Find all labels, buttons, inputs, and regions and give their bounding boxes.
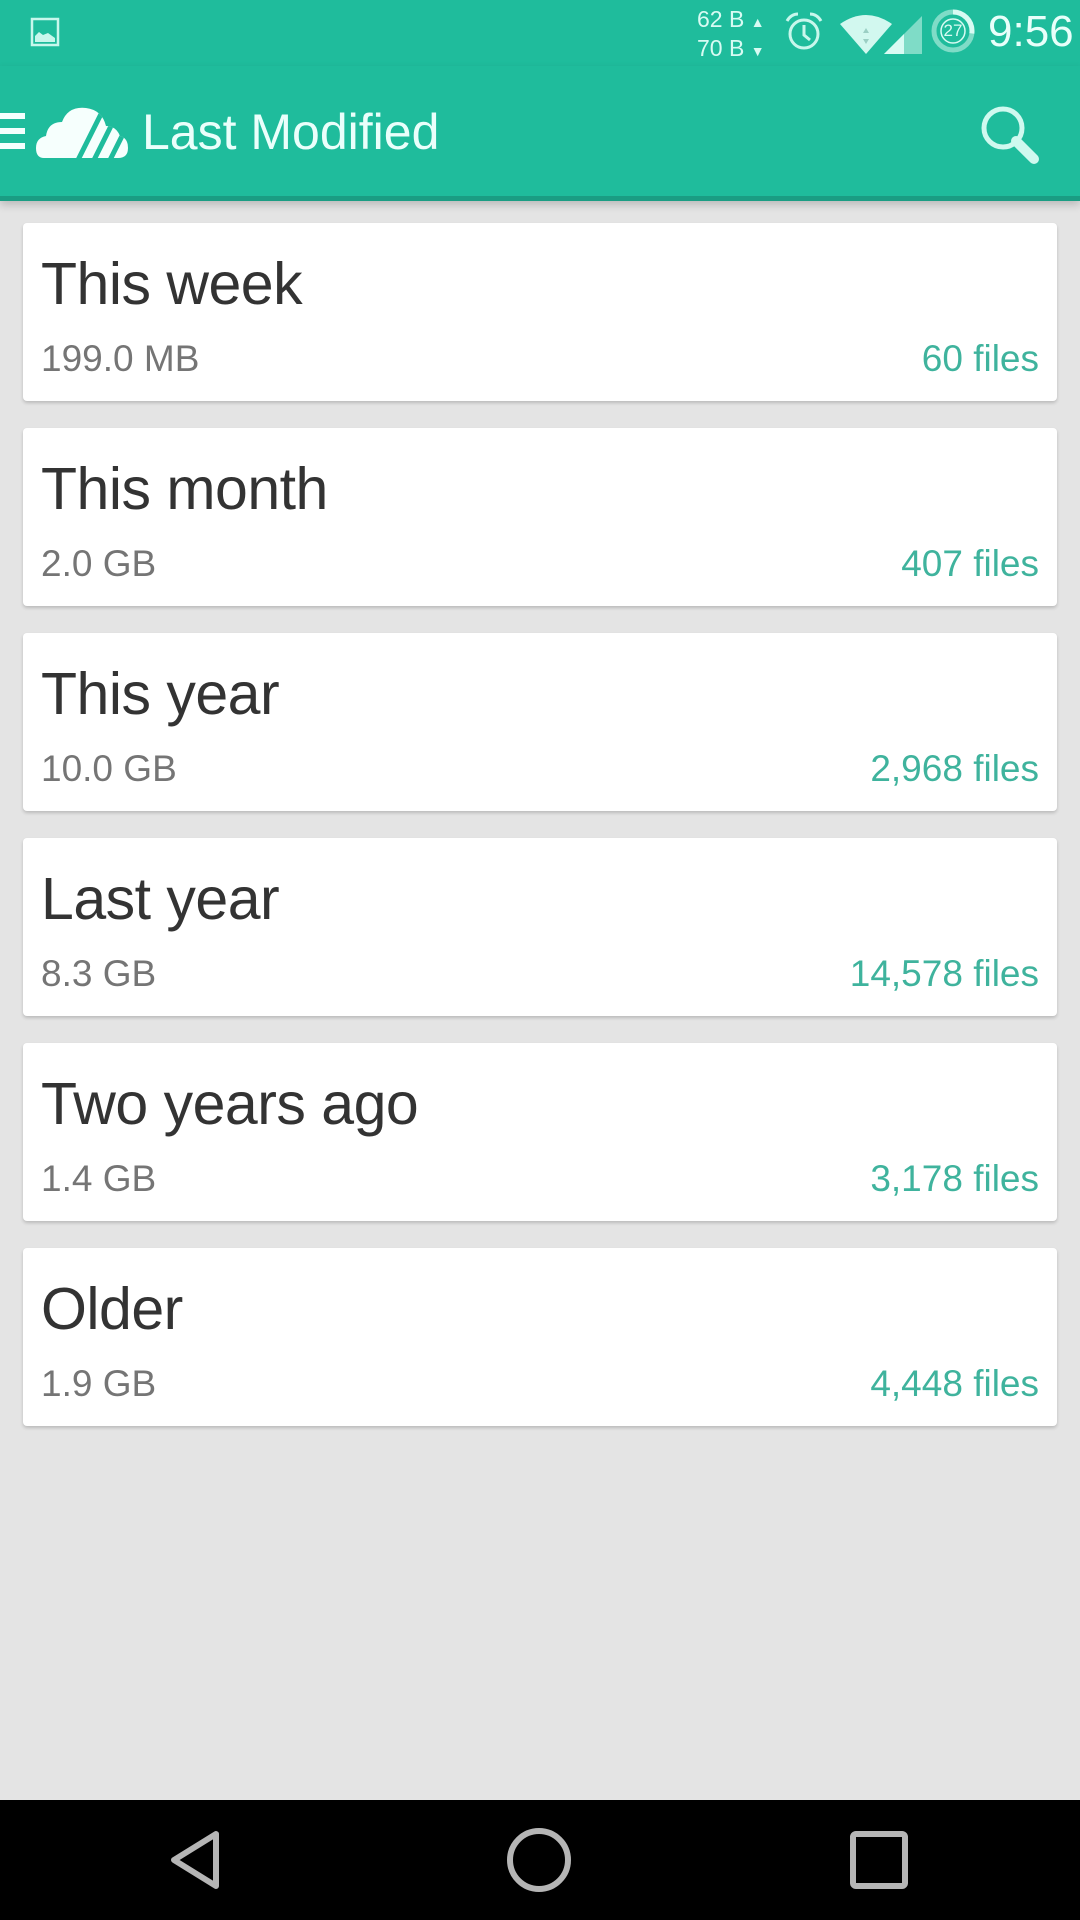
gallery-icon <box>30 17 60 47</box>
hamburger-menu-line <box>0 143 25 149</box>
group-size: 2.0 GB <box>41 543 157 584</box>
system-nav-bar <box>0 1800 1080 1920</box>
group-size: 1.4 GB <box>41 1158 157 1199</box>
group-title: This year <box>41 661 280 727</box>
group-title: Last year <box>41 866 280 932</box>
download-rate: 70 B <box>697 35 745 61</box>
back-icon <box>171 1831 219 1889</box>
download-arrow-icon: ▼ <box>750 43 765 59</box>
group-size: 199.0 MB <box>41 338 200 379</box>
group-title: This month <box>41 456 328 522</box>
menu-button[interactable] <box>0 113 26 153</box>
group-file-count: 60 files <box>921 338 1039 379</box>
group-title: This week <box>41 251 303 317</box>
upload-arrow-icon: ▲ <box>750 14 765 30</box>
group-file-count: 3,178 files <box>870 1158 1039 1199</box>
group-card-this-month[interactable]: This month 2.0 GB 407 files <box>23 428 1057 606</box>
group-size: 8.3 GB <box>41 953 157 994</box>
group-title: Two years ago <box>41 1071 419 1137</box>
group-card-last-year[interactable]: Last year 8.3 GB 14,578 files <box>23 838 1057 1016</box>
group-card-older[interactable]: Older 1.9 GB 4,448 files <box>23 1248 1057 1426</box>
hamburger-menu-line <box>0 128 25 134</box>
home-button[interactable] <box>503 1824 575 1896</box>
group-title: Older <box>41 1276 183 1342</box>
group-card-this-week[interactable]: This week 199.0 MB 60 files <box>23 223 1057 401</box>
home-icon <box>507 1828 571 1892</box>
group-card-two-years-ago[interactable]: Two years ago 1.4 GB 3,178 files <box>23 1043 1057 1221</box>
back-button[interactable] <box>160 1824 232 1896</box>
cloud-logo-icon <box>36 107 128 158</box>
page-title: Last Modified <box>142 104 440 160</box>
alarm-icon <box>785 12 823 50</box>
clock: 9:56 <box>988 7 1074 56</box>
cell-signal-icon <box>884 16 922 54</box>
recents-button[interactable] <box>843 1824 915 1896</box>
network-speed: 62 B ▲ 70 B ▼ <box>697 6 777 64</box>
recents-icon <box>850 1831 908 1889</box>
battery-level: 27 <box>943 21 963 40</box>
app-bar: Last Modified <box>0 66 1080 201</box>
hamburger-menu-icon <box>0 113 25 119</box>
upload-rate: 62 B <box>697 6 745 32</box>
modified-groups-list: This week 199.0 MB 60 files This month 2… <box>23 223 1057 1453</box>
search-icon <box>981 106 1039 164</box>
group-size: 10.0 GB <box>41 748 177 789</box>
group-size: 1.9 GB <box>41 1363 157 1404</box>
group-file-count: 407 files <box>901 543 1039 584</box>
search-button[interactable] <box>976 101 1046 171</box>
group-file-count: 2,968 files <box>870 748 1039 789</box>
group-card-this-year[interactable]: This year 10.0 GB 2,968 files <box>23 633 1057 811</box>
group-file-count: 14,578 files <box>849 953 1039 994</box>
group-file-count: 4,448 files <box>870 1363 1039 1404</box>
status-bar: 62 B ▲ 70 B ▼ 27 9:56 <box>0 0 1080 66</box>
